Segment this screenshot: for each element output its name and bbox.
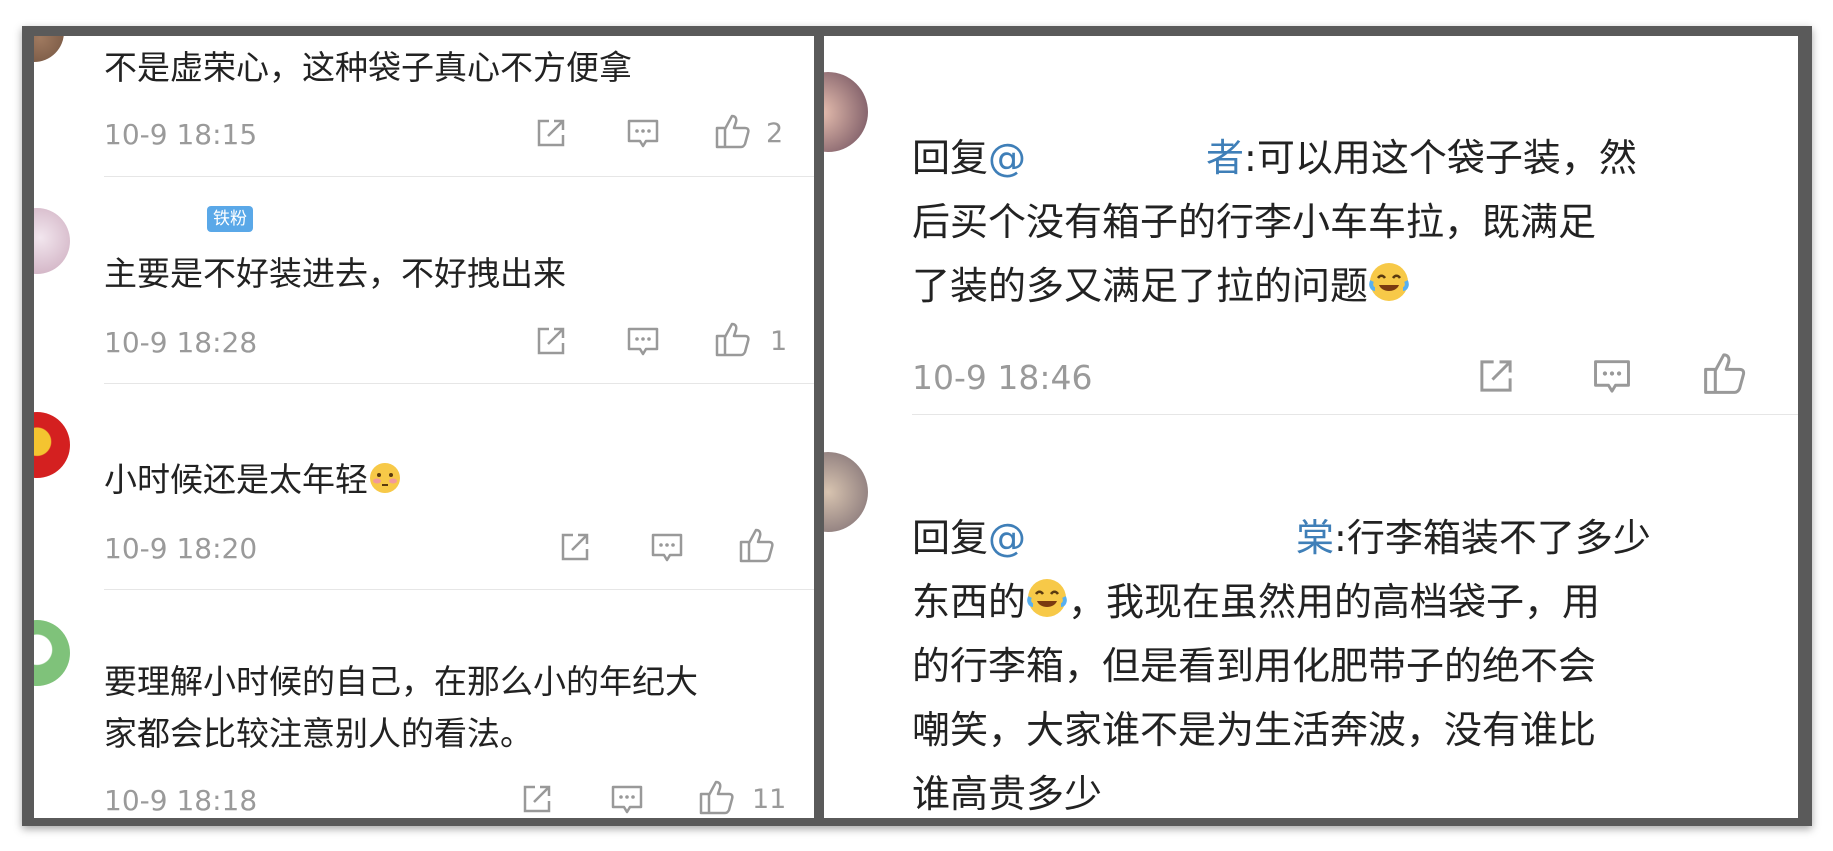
thumbs-up-icon[interactable] xyxy=(1702,350,1748,396)
right-comment-panel: 回复@ 者:可以用这个袋子装，然 后买个没有箱子的行李小车车拉，既满足 了装的多又… xyxy=(824,36,1798,818)
share-icon[interactable] xyxy=(1476,356,1516,396)
share-icon[interactable] xyxy=(534,116,568,150)
comment-text: 不是虚荣心，这种袋子真心不方便拿 xyxy=(104,48,632,87)
laughing-crying-emoji xyxy=(1368,261,1410,303)
comment-icon[interactable] xyxy=(650,532,684,564)
comment-time: 10-9 18:46 xyxy=(912,358,1093,397)
comment-icon[interactable] xyxy=(610,784,644,816)
comment-time: 10-9 18:15 xyxy=(104,118,258,151)
avatar[interactable] xyxy=(34,412,70,478)
comment-time: 10-9 18:20 xyxy=(104,532,258,565)
avatar[interactable] xyxy=(34,208,70,274)
divider xyxy=(912,414,1798,415)
comment-icon[interactable] xyxy=(1592,358,1632,396)
comment-text: 小时候还是太年轻 xyxy=(104,454,402,506)
comment-text: 主要是不好装进去，不好拽出来 xyxy=(104,254,566,293)
divider xyxy=(104,589,814,590)
comment-text: 要理解小时候的自己，在那么小的年纪大 家都会比较注意别人的看法。 xyxy=(104,662,698,753)
divider xyxy=(104,176,814,177)
reply-text: 回复@ 者:可以用这个袋子装，然 后买个没有箱子的行李小车车拉，既满足 了装的多又… xyxy=(912,136,1637,308)
user-mention[interactable]: @ 棠 xyxy=(988,516,1334,560)
share-icon[interactable] xyxy=(520,782,554,816)
thumbs-up-icon[interactable] xyxy=(738,526,776,564)
user-mention[interactable]: @ 者 xyxy=(988,136,1244,180)
laughing-crying-emoji xyxy=(1026,577,1068,619)
reply-text: 回复@ 棠:行李箱装不了多少 东西的 ，我现在虽然用的高档袋子，用 的行李箱，但是看… xyxy=(912,516,1651,816)
thumbs-up-icon[interactable] xyxy=(714,320,752,358)
comment-icon[interactable] xyxy=(626,326,660,358)
comment-time: 10-9 18:28 xyxy=(104,326,258,359)
avatar[interactable] xyxy=(824,72,868,152)
fan-badge: 铁粉 xyxy=(207,206,253,232)
share-icon[interactable] xyxy=(534,324,568,358)
thumbs-up-icon[interactable] xyxy=(714,112,752,150)
like-count: 11 xyxy=(752,784,787,815)
comment-icon[interactable] xyxy=(626,118,660,150)
comment-time: 10-9 18:18 xyxy=(104,784,258,817)
like-count: 2 xyxy=(766,118,784,149)
avatar[interactable] xyxy=(824,452,868,532)
avatar[interactable] xyxy=(34,36,64,62)
avatar[interactable] xyxy=(34,620,70,686)
like-count: 1 xyxy=(770,326,788,357)
divider xyxy=(104,383,814,384)
left-comment-panel: 不是虚荣心，这种袋子真心不方便拿 10-9 18:15 2 铁粉 主要是不好装进… xyxy=(34,36,814,818)
share-icon[interactable] xyxy=(558,530,592,564)
thumbs-up-icon[interactable] xyxy=(698,778,736,816)
blushing-emoji xyxy=(368,461,402,495)
